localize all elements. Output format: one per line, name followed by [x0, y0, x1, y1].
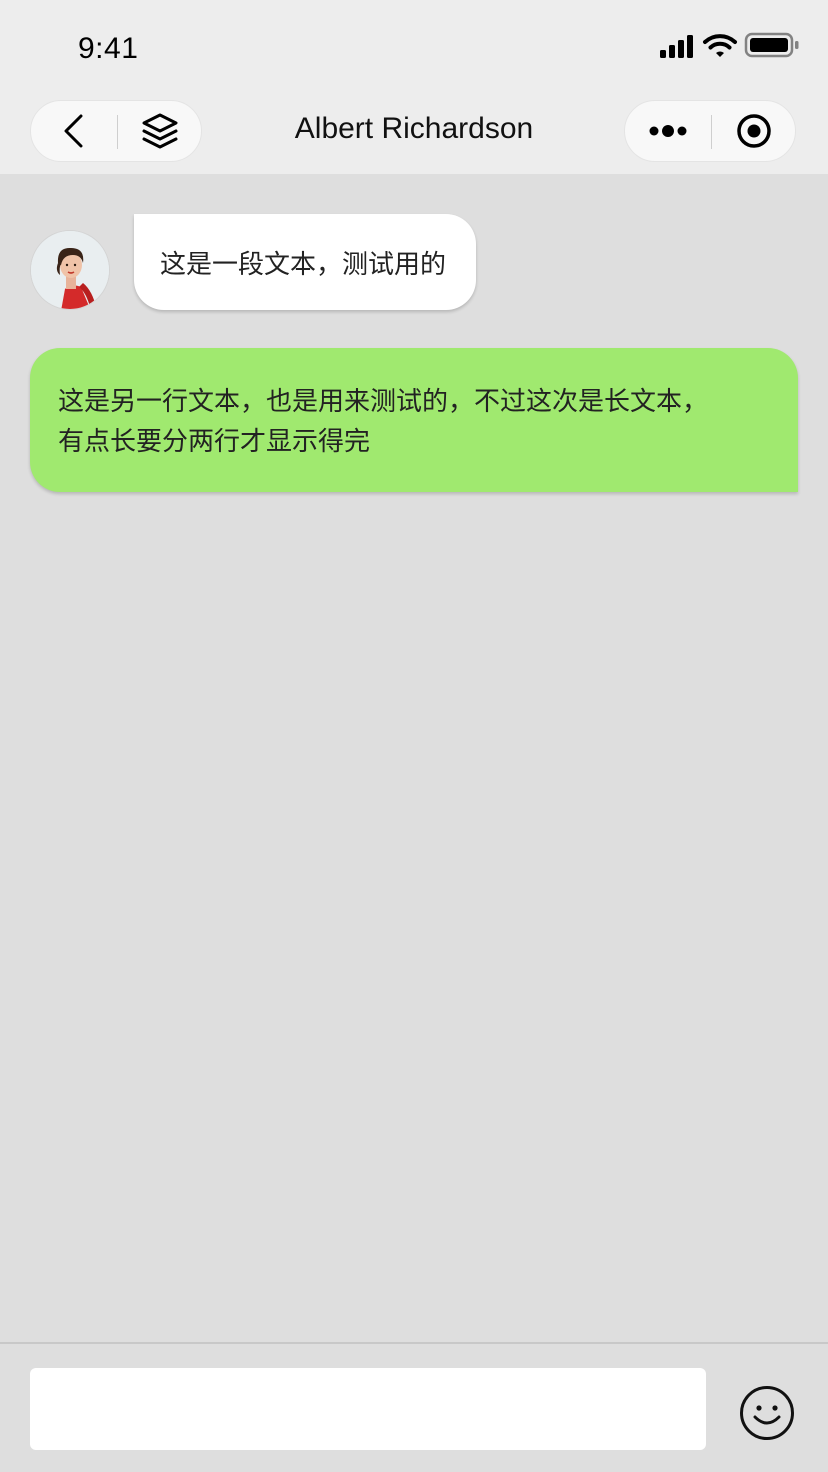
chevron-left-icon: [64, 114, 83, 148]
more-button[interactable]: [625, 101, 711, 161]
message-text-line: 这是另一行文本，也是用来测试的，不过这次是长文本，: [58, 387, 709, 417]
status-bar: 9:41: [0, 0, 828, 96]
message-text-line: 有点长要分两行才显示得完: [58, 427, 371, 457]
back-button[interactable]: [31, 101, 117, 161]
input-bar: [0, 1342, 828, 1472]
message-bubble-outgoing[interactable]: 这是另一行文本，也是用来测试的，不过这次是长文本， 有点长要分两行才显示得完: [30, 348, 798, 492]
wifi-icon: [703, 34, 737, 57]
layers-button[interactable]: [117, 101, 203, 161]
emoji-button[interactable]: [738, 1384, 796, 1442]
nav-bar: Albert Richardson: [0, 96, 828, 174]
avatar[interactable]: [30, 230, 110, 310]
message-bubble-incoming[interactable]: 这是一段文本，测试用的: [134, 214, 477, 310]
record-button[interactable]: [711, 101, 797, 161]
layers-icon: [142, 113, 178, 149]
message-text: 这是一段文本，测试用的: [160, 249, 447, 280]
chat-area: 这是一段文本，测试用的 这是另一行文本，也是用来测试的，不过这次是长文本， 有点…: [0, 174, 828, 1342]
smiley-icon: [740, 1386, 794, 1440]
message-input[interactable]: [30, 1368, 706, 1450]
left-capsule: [30, 100, 202, 162]
battery-icon: [744, 32, 799, 58]
right-capsule: [624, 100, 796, 162]
status-time: 9:41: [78, 32, 139, 65]
user-avatar: [31, 231, 109, 309]
record-icon: [737, 114, 771, 148]
page-title: Albert Richardson: [294, 112, 534, 145]
status-icons: [660, 32, 799, 58]
more-dots-icon: [649, 125, 687, 137]
signal-icon: [660, 35, 693, 58]
